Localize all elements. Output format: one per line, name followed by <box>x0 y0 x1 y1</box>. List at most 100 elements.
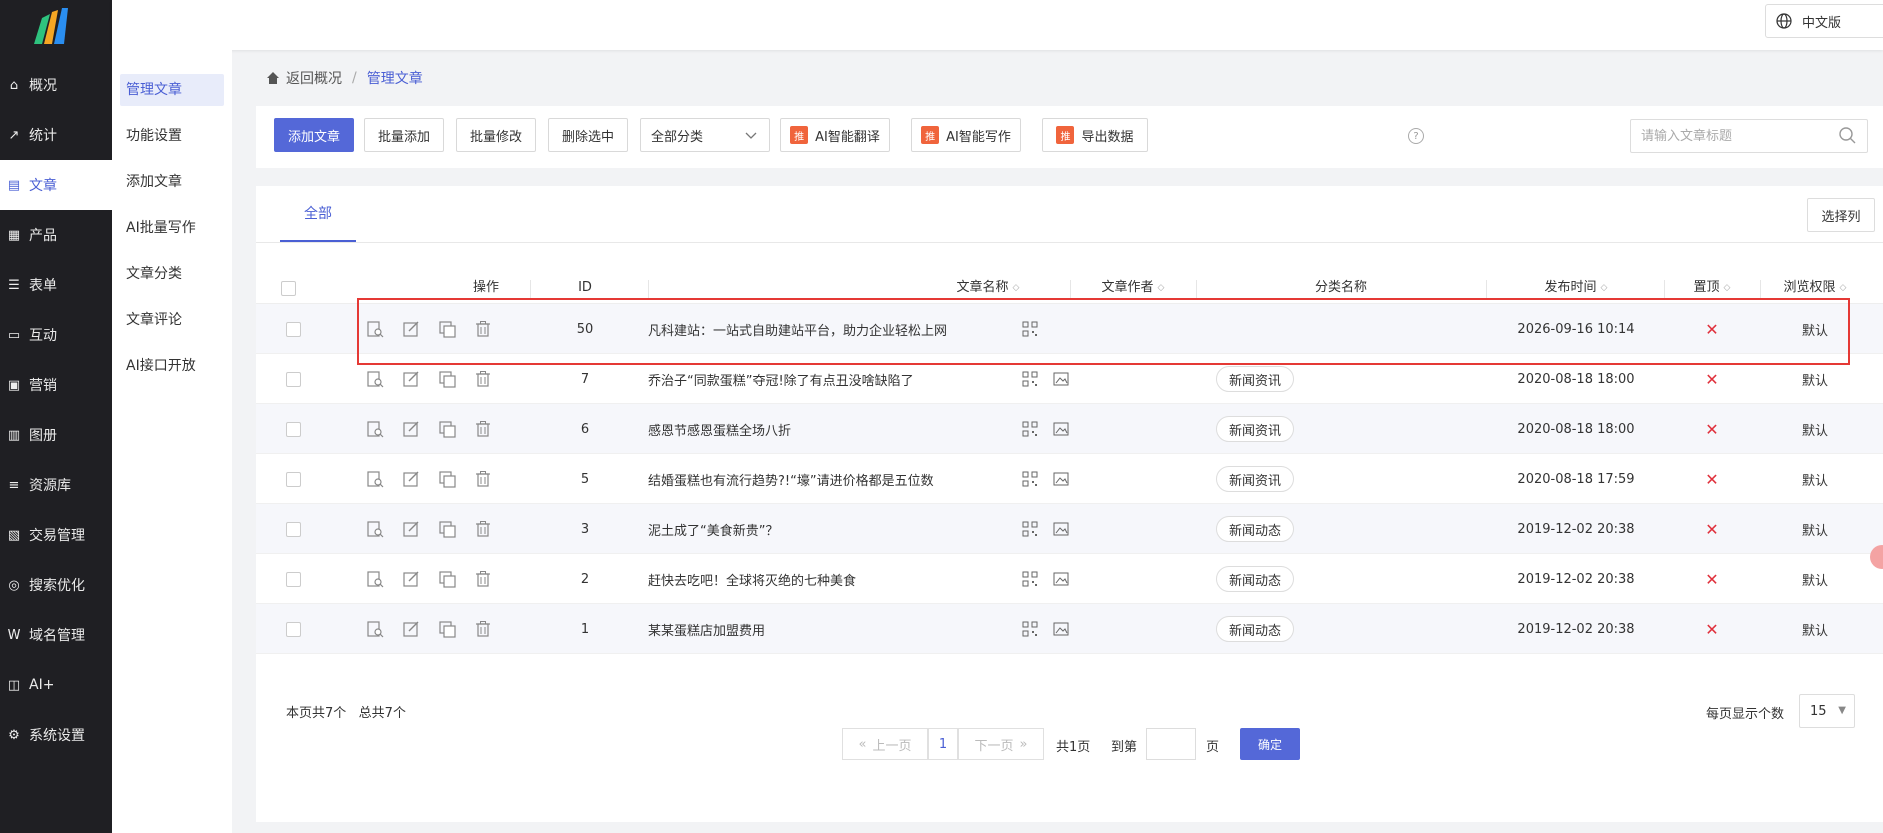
row-checkbox[interactable] <box>286 404 301 454</box>
qr-code-icon[interactable] <box>1022 604 1038 654</box>
subnav-item-ai-api[interactable]: AI接口开放 <box>120 350 224 382</box>
view-icon[interactable] <box>366 620 384 638</box>
image-icon[interactable] <box>1053 604 1069 654</box>
row-checkbox[interactable] <box>286 554 301 604</box>
nav-item-13[interactable]: ⚙ 系统设置 <box>0 710 112 760</box>
page-number-1[interactable]: 1 <box>928 728 958 760</box>
copy-icon[interactable] <box>438 570 456 588</box>
batch-edit-button[interactable]: 批量修改 <box>456 118 536 152</box>
subnav-item-article-category[interactable]: 文章分类 <box>120 258 224 290</box>
nav-item-4[interactable]: ☰ 表单 <box>0 260 112 310</box>
image-icon[interactable] <box>1053 454 1069 504</box>
nav-item-5[interactable]: ▭ 互动 <box>0 310 112 360</box>
edit-icon[interactable] <box>402 320 420 338</box>
nav-item-9[interactable]: ▧ 交易管理 <box>0 510 112 560</box>
not-pinned-icon[interactable]: ✕ <box>1664 454 1760 504</box>
edit-icon[interactable] <box>402 570 420 588</box>
view-icon[interactable] <box>366 570 384 588</box>
edit-icon[interactable] <box>402 370 420 388</box>
nav-item-7[interactable]: ▥ 图册 <box>0 410 112 460</box>
edit-icon[interactable] <box>402 620 420 638</box>
nav-item-2[interactable]: ▤ 文章 <box>0 160 112 210</box>
nav-item-3[interactable]: ▦ 产品 <box>0 210 112 260</box>
subnav-item-ai-batch-write[interactable]: AI批量写作 <box>120 212 224 244</box>
goto-page-input[interactable] <box>1146 728 1196 760</box>
view-icon[interactable] <box>366 520 384 538</box>
not-pinned-icon[interactable]: ✕ <box>1664 354 1760 404</box>
row-title-link[interactable]: 某某蛋糕店加盟费用 <box>648 604 1008 654</box>
subnav-item-feature-settings[interactable]: 功能设置 <box>120 120 224 152</box>
edit-icon[interactable] <box>402 470 420 488</box>
view-icon[interactable] <box>366 320 384 338</box>
trash-icon[interactable] <box>474 320 492 338</box>
tab-all[interactable]: 全部 <box>280 186 356 242</box>
not-pinned-icon[interactable]: ✕ <box>1664 554 1760 604</box>
trash-icon[interactable] <box>474 370 492 388</box>
copy-icon[interactable] <box>438 320 456 338</box>
trash-icon[interactable] <box>474 520 492 538</box>
subnav-item-add-article[interactable]: 添加文章 <box>120 166 224 198</box>
nav-item-1[interactable]: ↗ 统计 <box>0 110 112 160</box>
copy-icon[interactable] <box>438 620 456 638</box>
view-icon[interactable] <box>366 470 384 488</box>
qr-code-icon[interactable] <box>1022 304 1038 354</box>
batch-add-button[interactable]: 批量添加 <box>364 118 444 152</box>
row-checkbox[interactable] <box>286 354 301 404</box>
search-icon[interactable] <box>1838 126 1858 146</box>
ai-write-button[interactable]: 推 AI智能写作 <box>911 118 1021 152</box>
row-title-link[interactable]: 结婚蛋糕也有流行趋势?!“壕”请进价格都是五位数 <box>648 454 1008 504</box>
copy-icon[interactable] <box>438 420 456 438</box>
delete-selected-button[interactable]: 删除选中 <box>548 118 628 152</box>
row-title-link[interactable]: 凡科建站：一站式自助建站平台，助力企业轻松上网 <box>648 304 1008 354</box>
trash-icon[interactable] <box>474 470 492 488</box>
next-page-button[interactable]: 下一页 » <box>958 728 1044 760</box>
per-page-select[interactable]: 15 ▼ <box>1799 694 1855 728</box>
category-select[interactable]: 全部分类 <box>640 118 770 152</box>
image-icon[interactable] <box>1053 354 1069 404</box>
nav-item-8[interactable]: ≡ 资源库 <box>0 460 112 510</box>
image-icon[interactable] <box>1053 554 1069 604</box>
row-checkbox[interactable] <box>286 304 301 354</box>
edit-icon[interactable] <box>402 520 420 538</box>
header-author[interactable]: 文章作者 ◇ <box>1070 272 1196 304</box>
edit-icon[interactable] <box>402 420 420 438</box>
not-pinned-icon[interactable]: ✕ <box>1664 604 1760 654</box>
breadcrumb-back-link[interactable]: 返回概况 <box>286 68 342 88</box>
nav-item-12[interactable]: ◫ AI+ <box>0 660 112 710</box>
header-top[interactable]: 置顶 ◇ <box>1664 272 1760 304</box>
not-pinned-icon[interactable]: ✕ <box>1664 504 1760 554</box>
row-title-link[interactable]: 赶快去吃吧！全球将灭绝的七种美食 <box>648 554 1008 604</box>
header-publish-time[interactable]: 发布时间 ◇ <box>1486 272 1666 304</box>
add-article-button[interactable]: 添加文章 <box>274 118 354 152</box>
qr-code-icon[interactable] <box>1022 454 1038 504</box>
qr-code-icon[interactable] <box>1022 354 1038 404</box>
nav-item-10[interactable]: ◎ 搜索优化 <box>0 560 112 610</box>
qr-code-icon[interactable] <box>1022 404 1038 454</box>
qr-code-icon[interactable] <box>1022 554 1038 604</box>
search-input[interactable] <box>1630 119 1868 153</box>
trash-icon[interactable] <box>474 570 492 588</box>
trash-icon[interactable] <box>474 620 492 638</box>
image-icon[interactable] <box>1053 404 1069 454</box>
ai-translate-button[interactable]: 推 AI智能翻译 <box>780 118 890 152</box>
copy-icon[interactable] <box>438 370 456 388</box>
row-title-link[interactable]: 感恩节感恩蛋糕全场八折 <box>648 404 1008 454</box>
row-checkbox[interactable] <box>286 504 301 554</box>
prev-page-button[interactable]: « 上一页 <box>842 728 928 760</box>
export-data-button[interactable]: 推 导出数据 <box>1042 118 1148 152</box>
select-columns-button[interactable]: 选择列 <box>1807 198 1875 232</box>
nav-item-6[interactable]: ▣ 营销 <box>0 360 112 410</box>
row-checkbox[interactable] <box>286 604 301 654</box>
view-icon[interactable] <box>366 420 384 438</box>
subnav-item-manage-articles[interactable]: 管理文章 <box>120 74 224 106</box>
copy-icon[interactable] <box>438 520 456 538</box>
not-pinned-icon[interactable]: ✕ <box>1664 404 1760 454</box>
qr-code-icon[interactable] <box>1022 504 1038 554</box>
not-pinned-icon[interactable]: ✕ <box>1664 304 1760 354</box>
nav-item-0[interactable]: ⌂ 概况 <box>0 60 112 110</box>
nav-item-11[interactable]: W 域名管理 <box>0 610 112 660</box>
language-switch[interactable]: 中文版 <box>1765 4 1883 38</box>
copy-icon[interactable] <box>438 470 456 488</box>
help-icon[interactable]: ? <box>1408 128 1424 144</box>
subnav-item-article-comments[interactable]: 文章评论 <box>120 304 224 336</box>
